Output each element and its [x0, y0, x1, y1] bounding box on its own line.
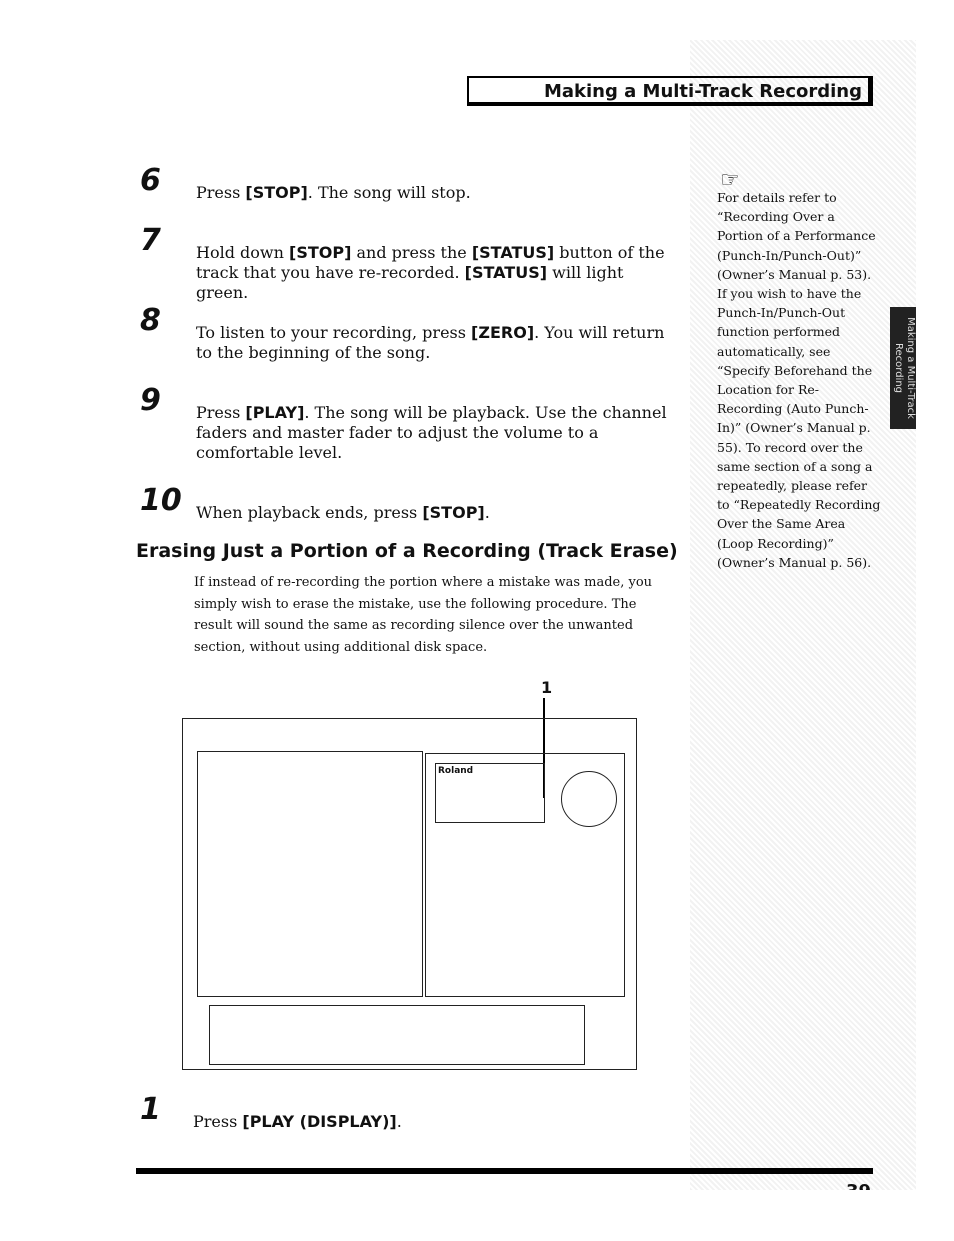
step-10-text: When playback ends, press [STOP].: [196, 503, 490, 522]
mixer-section: [197, 751, 423, 997]
display-panel: Roland: [435, 763, 545, 823]
section-body: If instead of re-recording the portion w…: [194, 575, 653, 655]
step-number: 8: [140, 303, 161, 338]
step-number: 10: [140, 483, 182, 518]
step-6-text: Press [STOP]. The song will stop.: [196, 183, 471, 202]
step-number: 9: [140, 383, 161, 418]
step-1-text: Press [PLAY (DISPLAY)].: [193, 1112, 402, 1131]
header-box: Making a Multi-Track Recording: [467, 76, 873, 106]
chapter-tab: Making a Multi-Track Recording: [890, 307, 916, 429]
step-number: 7: [140, 223, 161, 258]
step-7-text: Hold down [STOP] and press the [STATUS] …: [196, 243, 665, 302]
header-title: Making a Multi-Track Recording: [543, 81, 862, 102]
front-panel: [209, 1005, 585, 1065]
step-number: 1: [140, 1092, 161, 1127]
footer-rule: [136, 1168, 873, 1174]
manual-page: { "header":{"title":"Making a Multi-Trac…: [0, 0, 954, 1241]
step-number: 6: [140, 163, 161, 198]
jog-dial: [561, 771, 617, 827]
page-number: 39: [846, 1178, 871, 1190]
figure-callout: 1: [541, 678, 553, 697]
step-9-text: Press [PLAY]. The song will be playback.…: [196, 403, 667, 462]
device-illustration: Roland: [182, 718, 637, 1070]
section-heading: Erasing Just a Portion of a Recording (T…: [136, 540, 678, 562]
step-8-text: To listen to your recording, press [ZERO…: [196, 323, 665, 362]
reference-note: For details refer to “Recording Over a P…: [717, 190, 881, 570]
